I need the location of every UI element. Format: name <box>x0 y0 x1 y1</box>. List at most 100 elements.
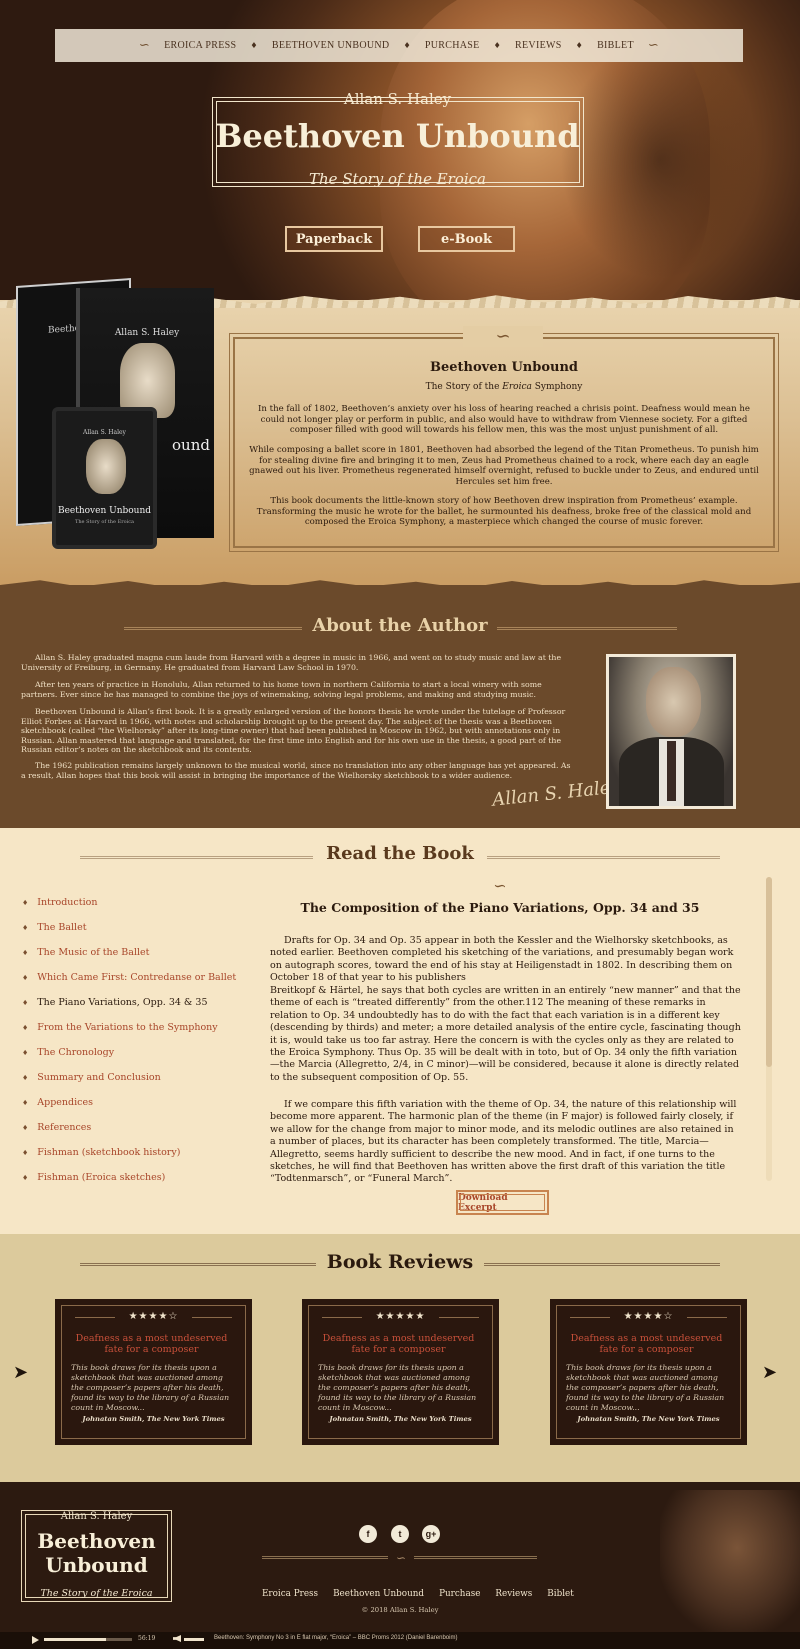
review-source: Johnatan Smith, The New York Times <box>329 1415 472 1423</box>
star-rating: ★★★★★ <box>375 1311 426 1322</box>
toc-item-piano-variations[interactable]: ♦ The Piano Variations, Opp. 34 & 35 <box>22 990 272 1015</box>
nav-purchase[interactable]: PURCHASE <box>425 40 480 51</box>
diamond-icon: ♦ <box>493 41 502 50</box>
toc-item-which-came-first[interactable]: ♦ Which Came First: Contredanse or Ballet <box>22 965 272 990</box>
review-source: Johnatan Smith, The New York Times <box>577 1415 720 1423</box>
nav-beethoven-unbound[interactable]: BEETHOVEN UNBOUND <box>272 40 390 51</box>
description-subtitle: The Story of the Eroica Symphony <box>425 382 583 392</box>
review-title: Deafness as a most undeserved fate for a… <box>322 1333 475 1355</box>
diamond-icon: ♦ <box>575 41 584 50</box>
diamond-icon: ♦ <box>22 1148 29 1157</box>
about-paragraph: The 1962 publication remains largely unk… <box>21 761 571 780</box>
footer-nav-beethoven-unbound[interactable]: Beethoven Unbound <box>333 1589 424 1599</box>
hero-author: Allan S. Haley <box>343 90 452 108</box>
flourish-icon: ∽ <box>463 326 543 347</box>
diamond-icon: ♦ <box>22 923 29 932</box>
progress-fill <box>44 1638 106 1641</box>
paperback-button[interactable]: Paperback <box>285 226 383 252</box>
play-icon[interactable] <box>32 1636 39 1644</box>
toc-item-music-of-ballet[interactable]: ♦ The Music of the Ballet <box>22 940 272 965</box>
review-source: Johnatan Smith, The New York Times <box>82 1415 225 1423</box>
review-title: Deafness as a most undeserved fate for a… <box>570 1333 723 1355</box>
review-title: Deafness as a most undeserved fate for a… <box>75 1333 228 1355</box>
review-body: This book draws for its thesis upon a sk… <box>566 1363 725 1412</box>
review-body: This book draws for its thesis upon a sk… <box>318 1363 477 1412</box>
track-title: Beethoven: Symphony No 3 in E flat major… <box>214 1635 458 1641</box>
toc-item-introduction[interactable]: ♦ Introduction <box>22 890 272 915</box>
chapter-list: ♦ Introduction ♦ The Ballet ♦ The Music of … <box>22 890 272 1190</box>
diamond-icon: ♦ <box>403 41 411 50</box>
facebook-icon[interactable]: f <box>359 1525 377 1543</box>
review-card: ★★★★★ Deafness as a most undeserved fate… <box>302 1299 499 1445</box>
diamond-icon: ♦ <box>22 898 29 907</box>
read-heading: Read the Book <box>326 843 474 864</box>
footer-navigation: Eroica Press Beethoven Unbound Purchase … <box>262 1589 574 1599</box>
diamond-icon: ♦ <box>22 1123 29 1132</box>
flourish-icon: ∽ <box>493 876 507 895</box>
diamond-icon: ♦ <box>22 973 29 982</box>
arrow-right-icon[interactable]: ➤ <box>762 1362 777 1383</box>
copyright: © 2018 Allan S. Haley <box>361 1606 439 1614</box>
scrollbar-thumb[interactable] <box>766 877 772 1067</box>
star-rating: ★★★★☆ <box>128 1311 179 1322</box>
star-rating: ★★★★☆ <box>623 1311 674 1322</box>
footer-subtitle: The Story of the Eroica <box>40 1588 153 1599</box>
footer-nav-reviews[interactable]: Reviews <box>495 1589 532 1599</box>
description-paragraph: In the fall of 1802, Beethoven’s anxiety… <box>257 404 751 435</box>
toc-item-fishman-sketches[interactable]: ♦ Fishman (Eroica sketches) <box>22 1165 272 1190</box>
hero-subtitle: The Story of the Eroica <box>308 170 487 188</box>
google-plus-icon[interactable]: g+ <box>422 1525 440 1543</box>
playback-time: 56:19 <box>138 1635 156 1642</box>
diamond-icon: ♦ <box>22 1073 29 1082</box>
about-heading: About the Author <box>312 615 488 636</box>
toc-item-references[interactable]: ♦ References <box>22 1115 272 1140</box>
description-paragraph: This book documents the little-known sto… <box>256 496 752 527</box>
chapter-paragraph: If we compare this fifth variation with … <box>270 1099 737 1185</box>
review-card: ★★★★☆ Deafness as a most undeserved fate… <box>55 1299 252 1445</box>
ebook-button[interactable]: e-Book <box>418 226 515 252</box>
toc-item-ballet[interactable]: ♦ The Ballet <box>22 915 272 940</box>
about-paragraph: After ten years of practice in Honolulu,… <box>21 680 542 699</box>
volume-slider[interactable] <box>184 1638 204 1641</box>
footer-nav-purchase[interactable]: Purchase <box>439 1589 480 1599</box>
nav-eroica-press[interactable]: EROICA PRESS <box>164 40 236 51</box>
author-photo <box>606 654 736 809</box>
footer-nav-biblet[interactable]: Biblet <box>547 1589 573 1599</box>
nav-reviews[interactable]: REVIEWS <box>515 40 562 51</box>
diamond-icon: ♦ <box>22 998 29 1007</box>
diamond-icon: ♦ <box>250 41 258 50</box>
nav-biblet[interactable]: BIBLET <box>597 40 634 51</box>
diamond-icon: ♦ <box>22 1048 29 1057</box>
toc-item-chronology[interactable]: ♦ The Chronology <box>22 1040 272 1065</box>
footer-nav-eroica-press[interactable]: Eroica Press <box>262 1589 318 1599</box>
reviews-heading: Book Reviews <box>326 1251 474 1273</box>
ebook-tablet-image: Allan S. Haley Beethoven Unbound The Sto… <box>52 407 157 549</box>
diamond-icon: ♦ <box>22 948 29 957</box>
flourish-icon: ∽ <box>388 1551 414 1565</box>
about-paragraph: Beethoven Unbound is Allan’s first book.… <box>21 707 566 755</box>
review-card: ★★★★☆ Deafness as a most undeserved fate… <box>550 1299 747 1445</box>
chapter-title: The Composition of the Piano Variations,… <box>300 900 700 915</box>
chapter-paragraph: Drafts for Op. 34 and Op. 35 appear in b… <box>270 935 734 984</box>
description-title: Beethoven Unbound <box>429 360 578 375</box>
toc-item-summary[interactable]: ♦ Summary and Conclusion <box>22 1065 272 1090</box>
hero-title: Beethoven Unbound <box>215 117 580 155</box>
footer-title: Beethoven Unbound <box>37 1529 156 1577</box>
diamond-icon: ♦ <box>22 1023 29 1032</box>
arrow-left-icon[interactable]: ➤ <box>13 1362 28 1383</box>
flourish-icon: ∽ <box>138 38 151 53</box>
diamond-icon: ♦ <box>22 1173 29 1182</box>
description-paragraph: While composing a ballet score in 1801, … <box>249 445 759 487</box>
bust-image <box>86 439 126 494</box>
toc-item-appendices[interactable]: ♦ Appendices <box>22 1090 272 1115</box>
footer-author: Allan S. Haley <box>60 1511 133 1522</box>
review-body: This book draws for its thesis upon a sk… <box>71 1363 230 1412</box>
download-excerpt-button[interactable]: Download Excerpt <box>456 1190 549 1215</box>
toc-item-variations-to-symphony[interactable]: ♦ From the Variations to the Symphony <box>22 1015 272 1040</box>
toc-item-fishman-history[interactable]: ♦ Fishman (sketchbook history) <box>22 1140 272 1165</box>
twitter-icon[interactable]: t <box>391 1525 409 1543</box>
about-paragraph: Allan S. Haley graduated magna cum laude… <box>21 653 562 672</box>
flourish-icon: ∽ <box>647 38 660 53</box>
diamond-icon: ♦ <box>22 1098 29 1107</box>
top-navigation: ∽ EROICA PRESS ♦ BEETHOVEN UNBOUND ♦ PUR… <box>55 29 743 62</box>
